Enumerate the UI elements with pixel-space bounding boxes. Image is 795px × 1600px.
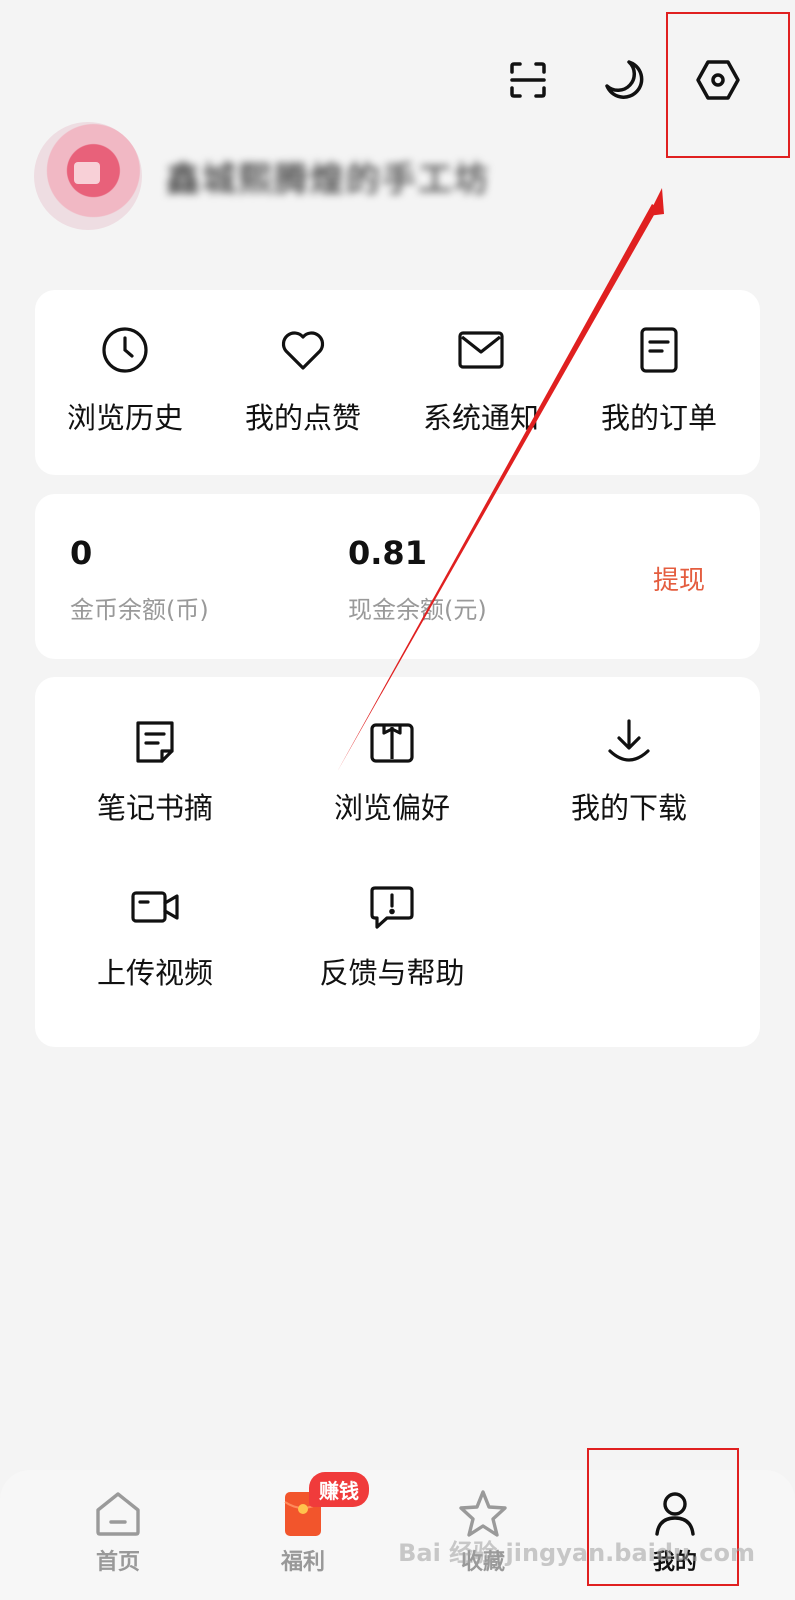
home-icon [96,1492,140,1536]
download-icon [608,719,650,762]
quick-item-history[interactable]: 浏览历史 [35,325,215,437]
quick-item-label: 我的点赞 [244,401,361,435]
avatar[interactable] [34,122,142,230]
tool-item-label: 浏览偏好 [333,791,450,825]
moon-icon[interactable] [595,52,651,108]
tool-item-feedback[interactable]: 反馈与帮助 [272,882,512,992]
tool-item-notes[interactable]: 笔记书摘 [35,717,275,827]
quick-item-likes[interactable]: 我的点赞 [213,325,393,437]
top-bar [0,40,795,120]
tab-label: 福利 [280,1550,325,1575]
tool-item-preferences[interactable]: 浏览偏好 [272,717,512,827]
quick-item-notifications[interactable]: 系统通知 [391,325,571,437]
tool-item-label: 反馈与帮助 [319,956,465,990]
quick-item-orders[interactable]: 我的订单 [569,325,749,437]
cash-value[interactable]: 0.81 [348,534,427,572]
video-icon [131,891,179,923]
feedback-icon [370,886,414,929]
note-icon [136,721,174,763]
tool-item-upload-video[interactable]: 上传视频 [35,882,275,992]
quick-item-label: 我的订单 [600,401,717,435]
watermark: Bai 经验 jingyan.baidu.com [398,1539,755,1567]
scan-icon[interactable] [500,52,556,108]
tool-item-label: 我的下载 [570,791,687,825]
tool-item-downloads[interactable]: 我的下载 [509,717,749,827]
coins-value[interactable]: 0 [70,534,92,572]
tools-card: 笔记书摘 浏览偏好 我的下载 上传视频 反馈与帮助 [35,677,760,1047]
heart-icon [281,331,325,370]
settings-icon[interactable] [690,52,746,108]
order-icon [640,327,678,373]
tab-welfare[interactable]: 赚钱 福利 [243,1472,369,1576]
profile-header[interactable]: 鑫城熙腾煌的手工坊 [34,122,734,232]
quick-item-label: 系统通知 [422,401,539,435]
coins-label: 金币余额(币) [70,596,209,624]
cash-label: 现金余额(元) [348,596,487,624]
tab-label: 首页 [95,1550,140,1575]
username[interactable]: 鑫城熙腾煌的手工坊 [166,152,490,201]
tool-item-label: 笔记书摘 [96,791,213,825]
wallet-card: 0 金币余额(币) 0.81 现金余额(元) 提现 [35,494,760,659]
welfare-badge: 赚钱 [309,1472,369,1507]
tab-home[interactable]: 首页 [58,1488,178,1576]
withdraw-button[interactable]: 提现 [653,560,705,597]
clock-icon [102,327,148,373]
quick-item-label: 浏览历史 [66,401,183,435]
tool-item-label: 上传视频 [96,956,213,990]
quick-actions-card: 浏览历史 我的点赞 系统通知 我的订单 [35,290,760,475]
mail-icon [458,331,504,369]
book-icon [370,723,414,763]
